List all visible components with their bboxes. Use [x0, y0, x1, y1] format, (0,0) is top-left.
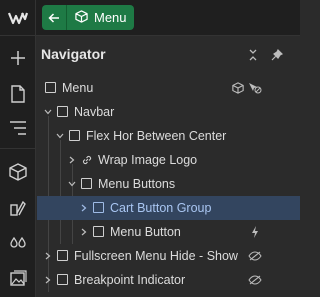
eye-off-icon[interactable]: [248, 274, 262, 286]
chevron-right-icon[interactable]: [42, 250, 54, 262]
lightning-icon: [248, 226, 262, 238]
webflow-logo-icon[interactable]: [0, 0, 36, 36]
row-label: Flex Hor Between Center: [86, 129, 227, 143]
row-label: Menu Buttons: [98, 177, 176, 191]
component-icon: [75, 9, 88, 26]
row-label: Cart Button Group: [110, 201, 212, 215]
chevron-down-icon[interactable]: [54, 130, 66, 142]
panel-title: Navigator: [41, 46, 106, 62]
row-label: Navbar: [74, 105, 115, 119]
chevron-right-icon[interactable]: [78, 202, 90, 214]
style-selectors-icon[interactable]: [0, 190, 36, 226]
element-box-icon: [57, 106, 68, 117]
row-label: Fullscreen Menu Hide - Show: [74, 249, 238, 263]
back-arrow-icon[interactable]: [42, 5, 67, 30]
pages-icon[interactable]: [0, 76, 36, 112]
component-label: Menu: [94, 10, 127, 25]
pin-icon[interactable]: [269, 47, 285, 63]
component-breadcrumb: Menu: [42, 5, 134, 30]
component-icon: [231, 82, 245, 94]
element-box-icon: [93, 226, 104, 237]
row-label: Menu: [62, 81, 94, 95]
component-button[interactable]: Menu: [67, 9, 127, 26]
chevron-down-icon[interactable]: [66, 178, 78, 190]
variables-icon[interactable]: [0, 226, 36, 262]
element-box-icon: [69, 130, 80, 141]
row-label: Menu Button: [110, 225, 181, 239]
tree-row-fullscreen-menu[interactable]: Fullscreen Menu Hide - Show: [37, 244, 300, 268]
chevron-right-icon[interactable]: [42, 274, 54, 286]
chevron-down-icon[interactable]: [42, 106, 54, 118]
chevron-right-icon[interactable]: [78, 226, 90, 238]
left-toolbar: [0, 36, 36, 297]
row-label: Wrap Image Logo: [98, 153, 198, 167]
link-icon: [81, 154, 93, 166]
interaction-disabled-icon: [248, 82, 262, 94]
eye-off-icon[interactable]: [248, 250, 262, 262]
element-box-icon: [57, 250, 68, 261]
element-box-icon: [45, 82, 56, 93]
tree-row-cart-button-group[interactable]: Cart Button Group: [37, 196, 300, 220]
assets-icon[interactable]: [0, 260, 36, 296]
element-box-icon: [57, 274, 68, 285]
top-bar: Menu: [0, 0, 300, 36]
row-label: Breakpoint Indicator: [74, 273, 186, 287]
add-icon[interactable]: [0, 40, 36, 76]
tree-row-navbar[interactable]: Navbar: [37, 100, 300, 124]
tree-row-flex-hor-between-center[interactable]: Flex Hor Between Center: [37, 124, 300, 148]
tree-row-wrap-image-logo[interactable]: Wrap Image Logo: [37, 148, 300, 172]
collapse-all-icon[interactable]: [245, 47, 261, 63]
tree-row-menu-buttons[interactable]: Menu Buttons: [37, 172, 300, 196]
tree-row-menu[interactable]: Menu: [37, 76, 300, 100]
navigator-header: Navigator: [37, 36, 300, 74]
tree-row-menu-button[interactable]: Menu Button: [37, 220, 300, 244]
element-box-icon: [93, 202, 104, 213]
navigator-panel: Navigator Menu Navbar Flex Hor Between C…: [37, 36, 300, 297]
tree-row-breakpoint-indicator[interactable]: Breakpoint Indicator: [37, 268, 300, 292]
components-icon[interactable]: [0, 154, 36, 190]
chevron-right-icon[interactable]: [66, 154, 78, 166]
element-box-icon: [81, 178, 92, 189]
navigator-icon[interactable]: [0, 110, 36, 146]
